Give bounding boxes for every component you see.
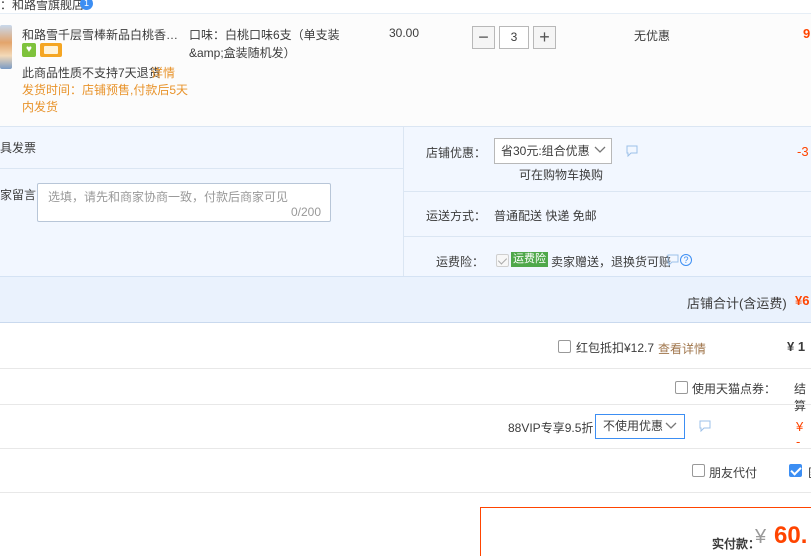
cart-swap-hint: 可在购物车换购 — [519, 168, 604, 182]
tmall-points-link[interactable]: 结算 — [794, 380, 811, 414]
item-discount: 无优惠 — [634, 29, 671, 43]
shop-total-label: 店铺合计(含运费) — [687, 296, 787, 311]
red-packet-checkbox[interactable] — [558, 340, 571, 353]
product-title[interactable]: 和路雪千层雪棒新品白桃香草味... — [22, 26, 184, 43]
product-attributes: 口味：白桃口味6支（单支装&amp;盒装随机发） — [189, 28, 340, 60]
currency-symbol: ¥ — [755, 526, 767, 548]
chevron-down-icon — [594, 146, 606, 153]
divider — [0, 404, 811, 405]
chat-bubble-icon[interactable] — [667, 254, 679, 266]
card-payment-icon — [40, 43, 62, 57]
shop-promo-label: 店铺优惠： — [426, 146, 487, 160]
service-badge-icon: ♥ — [22, 43, 36, 57]
buyer-message-placeholder: 选填，请先和商家协商一致，付款后商家可见 — [48, 190, 289, 204]
detail-link[interactable]: 详情 — [151, 64, 175, 81]
help-icon[interactable]: ? — [680, 254, 692, 266]
vip-discount-label: 88VIP专享9.5折 — [508, 421, 594, 435]
shop-name[interactable]: ：和路雪旗舰店 — [0, 0, 84, 13]
divider — [0, 448, 811, 449]
shop-promo-amount: -3 — [797, 144, 809, 159]
quantity-input[interactable]: 3 — [499, 26, 529, 49]
divider — [0, 368, 811, 369]
divider — [0, 168, 403, 169]
friend-pay-checkbox[interactable] — [692, 464, 705, 477]
quantity-increase-button[interactable]: + — [533, 26, 556, 49]
tmall-points-label: 使用天猫点券： — [692, 382, 777, 396]
unit-price: 30.00 — [389, 26, 420, 40]
shop-total-value: ¥6 — [795, 293, 810, 308]
chat-bubble-icon[interactable] — [626, 145, 638, 157]
divider — [0, 492, 811, 493]
item-subtotal: 9 — [803, 26, 811, 41]
anonymous-checkbox[interactable] — [789, 464, 802, 477]
divider — [403, 126, 404, 276]
insurance-checkbox — [496, 254, 509, 267]
chevron-down-icon — [665, 422, 677, 429]
ship-time-notice: 发货时间：店铺预售,付款后5天内发货 — [22, 83, 189, 114]
no-return-notice: 此商品性质不支持7天退货 — [22, 66, 161, 80]
payment-label: 实付款： — [712, 537, 761, 551]
shop-header — [0, 0, 811, 13]
payment-total: 60. — [774, 522, 808, 549]
vip-discount-value: ¥ - — [796, 419, 804, 449]
message-char-count: 0/200 — [291, 205, 322, 219]
insurance-label: 运费险： — [436, 255, 485, 269]
red-packet-value: ¥ 1 — [787, 339, 806, 354]
quantity-decrease-button[interactable]: − — [472, 26, 495, 49]
insurance-text: 卖家赠送，退换货可赔 — [551, 255, 672, 269]
tmall-points-checkbox[interactable] — [675, 381, 688, 394]
shipping-label: 运送方式： — [426, 209, 487, 223]
red-packet-detail-link[interactable]: 查看详情 — [658, 340, 706, 357]
divider — [404, 191, 811, 192]
insurance-tag: 运费险 — [511, 252, 548, 267]
friend-pay-label: 朋友代付 — [709, 466, 758, 480]
invoice-option[interactable]: 具发票 — [0, 139, 36, 156]
product-thumbnail[interactable] — [0, 25, 12, 69]
shipping-method: 普通配送 快递 免邮 — [494, 209, 597, 223]
red-packet-label: 红包抵扣¥12.7 — [576, 341, 655, 355]
chat-bubble-icon[interactable] — [699, 420, 711, 432]
divider — [404, 236, 811, 237]
